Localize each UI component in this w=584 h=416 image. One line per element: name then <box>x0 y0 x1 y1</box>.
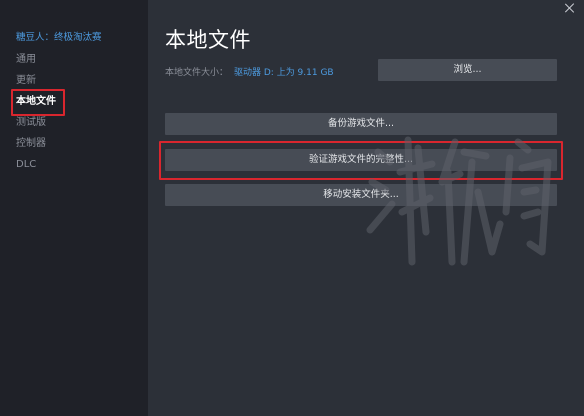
size-value: 驱动器 D: 上为 9.11 GB <box>234 68 334 78</box>
sidebar-game-title: 糖豆人：终极淘汰赛 <box>16 32 102 43</box>
properties-window: 糖豆人：终极淘汰赛 通用 更新 本地文件 测试版 控制器 DLC 本地文件 本地… <box>0 0 584 416</box>
sidebar-item-controller[interactable]: 控制器 <box>16 135 46 153</box>
sidebar: 糖豆人：终极淘汰赛 通用 更新 本地文件 测试版 控制器 DLC <box>0 0 148 416</box>
sidebar-item-updates[interactable]: 更新 <box>16 72 36 90</box>
sidebar-item-dlc[interactable]: DLC <box>16 156 36 174</box>
local-file-size-row: 本地文件大小： 驱动器 D: 上为 9.11 GB <box>165 65 334 78</box>
close-icon[interactable] <box>564 2 576 14</box>
main-panel: 本地文件 本地文件大小： 驱动器 D: 上为 9.11 GB 浏览... 备份游戏… <box>148 0 584 416</box>
watermark-mark <box>366 136 552 266</box>
size-label: 本地文件大小： <box>165 68 229 78</box>
sidebar-item-betas[interactable]: 测试版 <box>16 114 46 132</box>
page-title: 本地文件 <box>165 28 251 52</box>
browse-button[interactable]: 浏览... <box>378 59 557 81</box>
sidebar-item-general[interactable]: 通用 <box>16 51 36 69</box>
local-files-highlight-box <box>11 89 65 116</box>
